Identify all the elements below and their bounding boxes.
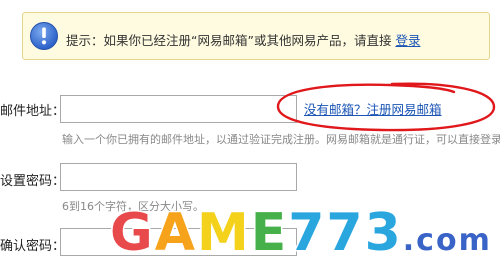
password-input[interactable] [60, 163, 297, 191]
watermark-text: GAME773.com [110, 203, 492, 262]
notice-message: 提示：如果你已经注册“网易邮箱”或其他网易产品，请直接 [66, 33, 392, 48]
info-icon [30, 22, 58, 50]
confirm-password-label: 确认密码： [0, 239, 66, 254]
password-label: 设置密码： [0, 174, 66, 189]
email-input[interactable] [60, 95, 297, 123]
email-label: 邮件地址： [0, 104, 66, 119]
login-link[interactable]: 登录 [395, 33, 420, 48]
watermark-logo: GAME773.com [109, 202, 492, 262]
notice-text: 提示：如果你已经注册“网易邮箱”或其他网易产品，请直接 登录 [66, 30, 420, 49]
notice-bar: 提示：如果你已经注册“网易邮箱”或其他网易产品，请直接 登录 [22, 12, 490, 60]
annotation-circle [276, 82, 496, 132]
